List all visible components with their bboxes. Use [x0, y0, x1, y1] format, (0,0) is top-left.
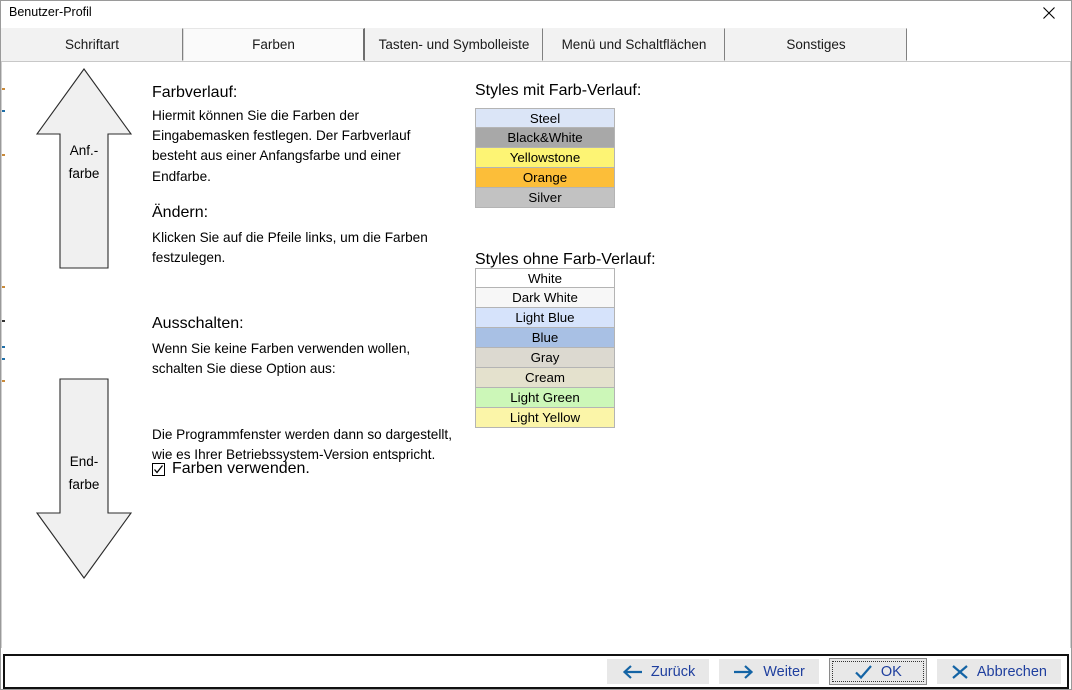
- check-icon: [855, 664, 872, 679]
- style-item-light-green[interactable]: Light Green: [475, 388, 615, 408]
- close-icon[interactable]: [1027, 1, 1071, 25]
- cancel-button-label: Abbrechen: [976, 663, 1047, 680]
- disable-footer: Die Programmfenster werden dann so darge…: [152, 427, 452, 463]
- window-title: Benutzer-Profil: [9, 5, 92, 19]
- tab-strip-filler: [907, 28, 1071, 61]
- style-item-cream[interactable]: Cream: [475, 368, 615, 388]
- colors-tab-panel: Anf.- farbe End- farbe Farbverlauf: Hier…: [1, 62, 1071, 648]
- style-item-black-and-white[interactable]: Black&White: [475, 128, 615, 148]
- style-item-orange[interactable]: Orange: [475, 168, 615, 188]
- back-button[interactable]: Zurück: [606, 659, 710, 684]
- arrow-left-icon: [622, 664, 642, 679]
- style-item-blue[interactable]: Blue: [475, 328, 615, 348]
- change-body: Klicken Sie auf die Pfeile links, um die…: [152, 230, 428, 266]
- close-glyph: [1043, 7, 1055, 19]
- tab-bar: Schriftart Farben Tasten- und Symbolleis…: [1, 28, 1071, 61]
- styles-without-gradient-list[interactable]: White Dark White Light Blue Blue Gray Cr…: [475, 268, 615, 428]
- back-button-label: Zurück: [650, 663, 696, 680]
- next-button[interactable]: Weiter: [719, 659, 819, 684]
- edge-artifact: [2, 286, 5, 288]
- edge-artifact: [2, 358, 5, 360]
- end-color-arrow-button[interactable]: End- farbe: [34, 376, 134, 581]
- tab-schriftart[interactable]: Schriftart: [1, 28, 183, 61]
- change-heading: Ändern:: [152, 204, 209, 221]
- tab-sonstiges[interactable]: Sonstiges: [725, 28, 907, 61]
- ok-button-inner: OK: [830, 659, 926, 684]
- styles-with-gradient-title: Styles mit Farb-Verlauf:: [475, 82, 642, 99]
- edge-artifact: [2, 380, 5, 382]
- ok-button[interactable]: OK: [828, 658, 927, 685]
- next-button-label: Weiter: [763, 663, 805, 680]
- edge-artifact: [2, 154, 5, 156]
- edge-artifact: [2, 346, 5, 348]
- user-profile-dialog: Benutzer-Profil Schriftart Farben Tasten…: [0, 0, 1072, 690]
- cancel-button[interactable]: Abbrechen: [936, 659, 1061, 684]
- edge-artifact: [2, 320, 5, 322]
- style-item-light-yellow[interactable]: Light Yellow: [475, 408, 615, 428]
- arrow-up-icon: [35, 68, 133, 269]
- arrow-down-icon: [35, 378, 133, 579]
- style-item-yellowstone[interactable]: Yellowstone: [475, 148, 615, 168]
- styles-without-gradient-title: Styles ohne Farb-Verlauf:: [475, 251, 656, 268]
- disable-heading: Ausschalten:: [152, 315, 244, 332]
- tab-farben[interactable]: Farben: [183, 28, 365, 61]
- style-item-dark-white[interactable]: Dark White: [475, 288, 615, 308]
- cross-icon: [952, 664, 968, 679]
- style-item-silver[interactable]: Silver: [475, 188, 615, 208]
- style-item-steel[interactable]: Steel: [475, 108, 615, 128]
- dialog-button-bar: Zurück Weiter OK Abbrechen: [3, 654, 1069, 689]
- style-item-white[interactable]: White: [475, 268, 615, 288]
- edge-artifact: [2, 88, 5, 90]
- ok-button-label: OK: [880, 663, 902, 680]
- title-bar: Benutzer-Profil: [1, 1, 1071, 25]
- arrow-right-icon: [734, 664, 754, 679]
- styles-with-gradient-list[interactable]: Steel Black&White Yellowstone Orange Sil…: [475, 108, 615, 208]
- disable-body: Wenn Sie keine Farben verwenden wollen, …: [152, 341, 411, 377]
- start-color-arrow-button[interactable]: Anf.- farbe: [34, 66, 134, 271]
- tab-tasten-und-symbolleiste[interactable]: Tasten- und Symbolleiste: [365, 28, 543, 61]
- gradient-heading: Farbverlauf:: [152, 84, 238, 101]
- style-item-light-blue[interactable]: Light Blue: [475, 308, 615, 328]
- style-item-gray[interactable]: Gray: [475, 348, 615, 368]
- gradient-body: Hiermit können Sie die Farben der Eingab…: [152, 108, 411, 184]
- tab-menue-und-schaltflaechen[interactable]: Menü und Schaltflächen: [543, 28, 725, 61]
- edge-artifact: [2, 110, 5, 112]
